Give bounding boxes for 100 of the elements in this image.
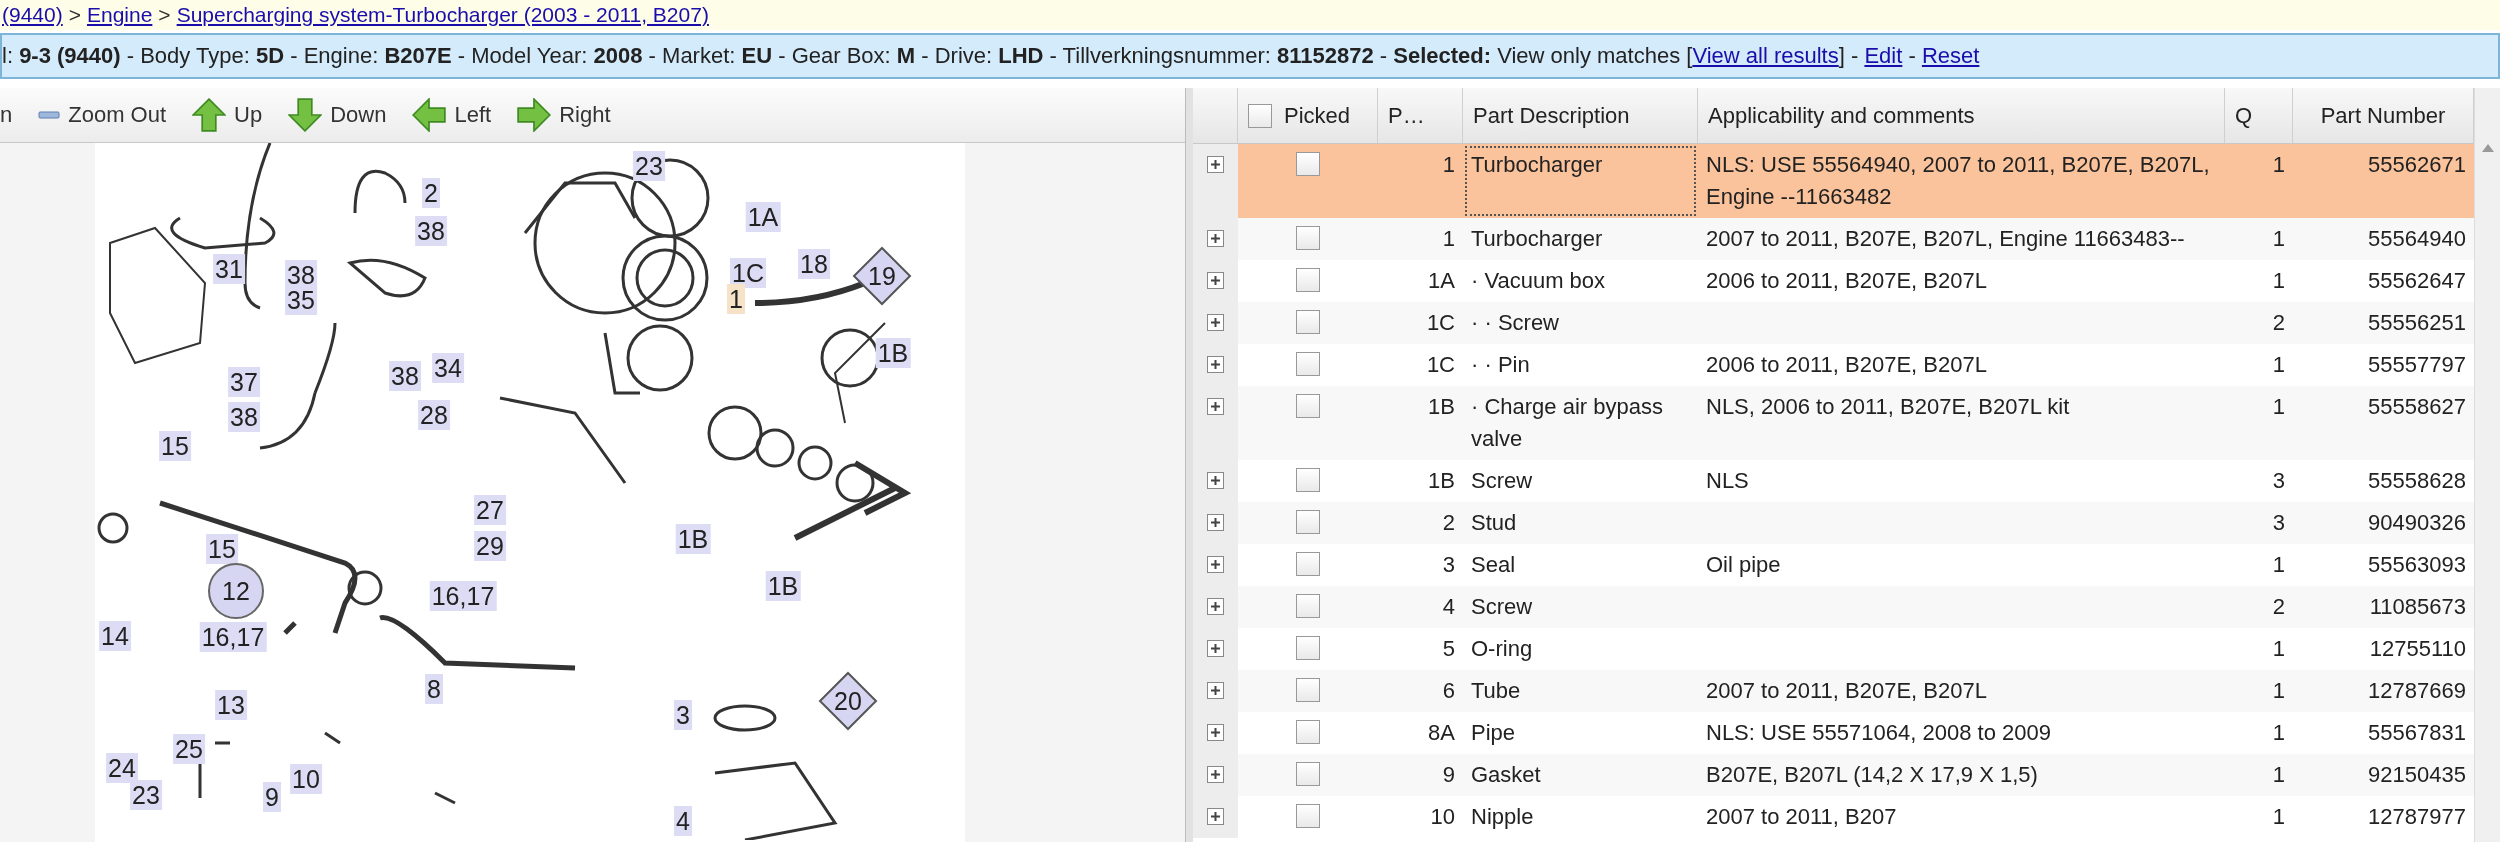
expand-icon[interactable]	[1207, 514, 1224, 531]
column-header[interactable]: P…	[1378, 88, 1463, 143]
toolbar-button[interactable]: Left	[412, 98, 492, 132]
toolbar-button[interactable]: Up	[192, 98, 263, 132]
table-row[interactable]: 1 Turbocharger 2007 to 2011, B207E, B207L, Engine 11663483-- 1 55564940	[1193, 218, 2474, 260]
checkbox[interactable]	[1248, 103, 1272, 128]
table-cell-text: 12787669	[2367, 677, 2467, 705]
table-cell-text: Seal	[1470, 551, 1517, 579]
table-cell-text: 6	[1441, 677, 1456, 705]
callout-label: 1B	[675, 524, 711, 554]
checkbox[interactable]	[1296, 594, 1320, 618]
checkbox[interactable]	[1296, 510, 1320, 534]
checkbox[interactable]	[1296, 352, 1320, 376]
callout-label: 15	[159, 431, 191, 461]
checkbox[interactable]	[1296, 268, 1320, 292]
column-header[interactable]: Picked	[1238, 88, 1378, 143]
expand-icon[interactable]	[1207, 230, 1224, 247]
column-header-text: Picked	[1284, 102, 1351, 129]
checkbox[interactable]	[1296, 468, 1320, 492]
breadcrumb-link[interactable]: Supercharging system-Turbocharger (2003 - 2011, B207)	[176, 3, 709, 27]
callout-label: 4	[674, 806, 692, 836]
expand-icon[interactable]	[1207, 472, 1224, 489]
expand-icon[interactable]	[1207, 808, 1224, 825]
checkbox[interactable]	[1296, 762, 1320, 786]
checkbox[interactable]	[1296, 720, 1320, 744]
info-link[interactable]: View all results	[1692, 43, 1839, 69]
table-cell-text: 2	[2271, 593, 2286, 621]
callout-label: 38	[415, 216, 447, 246]
table-cell-text: 55562671	[2367, 151, 2467, 179]
table-cell-text: 4	[1441, 593, 1456, 621]
info-link[interactable]: Edit	[1864, 43, 1903, 69]
table-cell-text: 1	[2271, 677, 2286, 705]
table-cell-text: 12787977	[2367, 803, 2467, 831]
callout-label: 23	[633, 151, 665, 181]
column-header[interactable]: Q	[2225, 88, 2293, 143]
checkbox[interactable]	[1296, 678, 1320, 702]
toolbar-button[interactable]: Right	[517, 98, 611, 132]
arrow-down-icon	[288, 98, 323, 132]
vehicle-info-text: ] -	[1838, 43, 1860, 69]
table-row[interactable]: 4 Screw 2 11085673	[1193, 586, 2474, 628]
expand-icon[interactable]	[1207, 724, 1224, 741]
toolbar-button[interactable]: Down	[288, 98, 387, 132]
table-row[interactable]: 2 Stud 3 90490326	[1193, 502, 2474, 544]
toolbar-button[interactable]: n	[0, 102, 13, 128]
callout-label: 14	[99, 621, 131, 651]
table-cell-text: 1B	[1427, 393, 1456, 421]
breadcrumb-separator: >	[158, 3, 171, 27]
expand-icon[interactable]	[1207, 766, 1224, 783]
column-header[interactable]: Part Description	[1463, 88, 1698, 143]
callout-label: 24	[106, 753, 138, 783]
expand-icon[interactable]	[1207, 398, 1224, 415]
table-cell-text: 1	[2271, 635, 2286, 663]
checkbox[interactable]	[1296, 152, 1320, 176]
breadcrumb-link[interactable]: Engine	[86, 3, 153, 27]
table-cell-text: 3	[2271, 509, 2286, 537]
table-row[interactable]: 1C · · Screw 2 55556251	[1193, 302, 2474, 344]
callout-label: 1B	[875, 338, 911, 368]
expand-icon[interactable]	[1207, 682, 1224, 699]
expand-icon[interactable]	[1207, 556, 1224, 573]
checkbox[interactable]	[1296, 226, 1320, 250]
breadcrumb-link[interactable]: (9440)	[2, 3, 63, 27]
table-cell-text: Screw	[1470, 467, 1534, 495]
checkbox[interactable]	[1296, 636, 1320, 660]
checkbox[interactable]	[1296, 552, 1320, 576]
table-cell-text: 8A	[1427, 719, 1456, 747]
callout-label: 38	[228, 402, 260, 432]
column-header[interactable]: Applicability and comments	[1698, 88, 2225, 143]
table-cell-text: NLS, 2006 to 2011, B207E, B207L kit	[1705, 393, 2071, 421]
table-row[interactable]: 6 Tube 2007 to 2011, B207E, B207L 1 12787669	[1193, 670, 2474, 712]
table-cell-text: 2	[2271, 309, 2286, 337]
expand-icon[interactable]	[1207, 640, 1224, 657]
table-cell-text: Pipe	[1470, 719, 1517, 747]
table-cell-text: 90490326	[2367, 509, 2467, 537]
table-cell-text: 1	[2271, 267, 2286, 295]
info-link[interactable]: Reset	[1921, 43, 1980, 69]
checkbox[interactable]	[1296, 310, 1320, 334]
table-cell-text: 1	[2271, 761, 2286, 789]
scrollbar[interactable]	[2474, 88, 2500, 842]
scroll-up-icon[interactable]	[2480, 143, 2495, 153]
callout-label: 25	[173, 734, 205, 764]
table-cell-text: 1C	[1425, 309, 1456, 337]
callout-label: 31	[213, 254, 245, 284]
table-cell-text: 1	[2271, 351, 2286, 379]
table-row[interactable]: 1B · Charge air bypass valve NLS, 2006 to 2011, B207E, B207L kit 1 55558627	[1193, 386, 2474, 460]
expand-icon[interactable]	[1207, 314, 1224, 331]
expand-icon[interactable]	[1207, 156, 1224, 173]
toolbar-button[interactable]: Zoom Out	[38, 102, 167, 128]
table-cell-text: Tube	[1470, 677, 1522, 705]
arrow-right-icon	[517, 98, 552, 132]
checkbox[interactable]	[1296, 394, 1320, 418]
callout-label: 18	[798, 249, 830, 279]
table-row[interactable]: 9 Gasket B207E, B207L (14,2 X 17,9 X 1,5) 1 92150435	[1193, 754, 2474, 796]
table-cell-text: 55564940	[2367, 225, 2467, 253]
expand-icon[interactable]	[1207, 598, 1224, 615]
callout-label: 2	[422, 178, 440, 208]
checkbox[interactable]	[1296, 804, 1320, 828]
table-row[interactable]: 1 Turbocharger NLS: USE 55564940, 2007 to 2011, B207E, B207L, Engine --11663482 1 55562671	[1193, 144, 2474, 218]
expand-icon[interactable]	[1207, 272, 1224, 289]
table-cell-text: · Charge air bypass valve	[1470, 393, 1664, 453]
expand-icon[interactable]	[1207, 356, 1224, 373]
